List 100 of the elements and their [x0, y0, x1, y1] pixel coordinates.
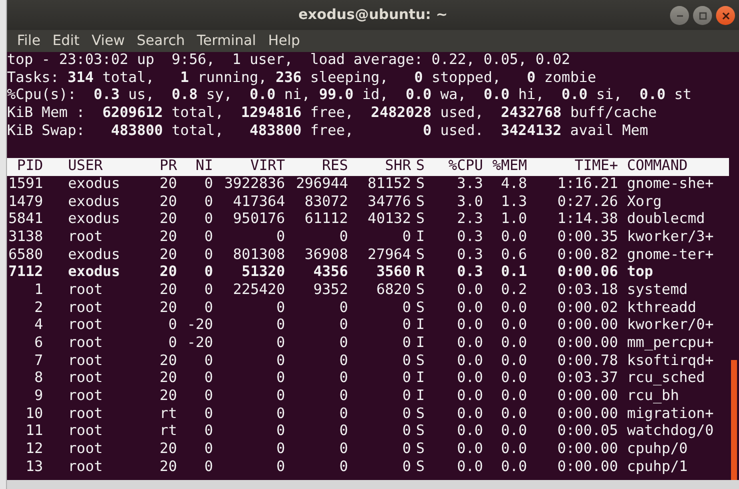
table-cell-text: S [415, 176, 426, 194]
table-cell-text: 0 [275, 458, 285, 477]
table-cell-text: 2 [33, 300, 43, 318]
table-cell-text: 0.0 [500, 352, 527, 370]
table-cell-text: 1:14.38 [556, 211, 618, 229]
table-cell-text: systemd [626, 282, 689, 300]
summary-line: top - 23:03:02 up 9:56, 1 user, load average: 0.22, 0.05, 0.02 [7, 52, 570, 70]
table-cell-text: kworker/3+ [626, 228, 715, 247]
table-cell-text: S [415, 194, 426, 212]
table-cell-text: 0.0 [500, 388, 527, 406]
table-cell-text: 0 [203, 300, 213, 318]
summary-line: KiB Swap: 483800 total, 483800 free, 0 used. 3424132 avail Mem [7, 122, 648, 140]
table-cell-text: 0.0 [456, 335, 483, 353]
table-cell-text: 83072 [304, 194, 348, 212]
table-cell: 7112 [7, 264, 43, 282]
table-cell-text: 0 [401, 335, 411, 353]
close-button[interactable] [716, 6, 735, 25]
table-cell-text: 0.1 [500, 264, 527, 282]
table-cell-text: 20 [158, 388, 177, 406]
table-cell-text: 20 [158, 300, 177, 318]
table-cell-text: 20 [158, 264, 177, 282]
menu-item[interactable]: Search [130, 33, 191, 49]
maximize-button[interactable] [693, 6, 712, 25]
table-cell-text: 0 [203, 176, 213, 194]
table-cell-text: 0.0 [500, 406, 527, 424]
table-cell-text: 51320 [240, 264, 285, 282]
table-cell-text: 417364 [232, 194, 285, 212]
table-cell-text: migration+ [626, 406, 715, 424]
table-cell-text: 20 [158, 211, 177, 229]
column-header: S [415, 158, 426, 176]
table-cell-text: 0 [401, 370, 411, 388]
table-cell-text: 0.0 [456, 441, 483, 459]
table-cell-text: 0 [275, 370, 285, 388]
menu-item[interactable]: File [11, 33, 46, 49]
table-cell-text: 20 [158, 352, 177, 370]
table-cell-text: rcu_bh [626, 388, 680, 406]
table-cell-text: 0:00.06 [556, 264, 618, 282]
table-cell-text: 4.8 [500, 176, 527, 194]
table-cell-text: 0:00.00 [556, 458, 618, 477]
table-cell-text: cpuhp/1 [626, 458, 689, 477]
table-cell-text: root [67, 282, 104, 300]
table-cell-text: 20 [158, 370, 177, 388]
table-cell-text: 0 [401, 458, 411, 477]
table-cell: 1479 [7, 194, 43, 212]
table-cell-text: 0 [401, 388, 411, 406]
table-cell-text: 0 [203, 406, 213, 424]
table-cell-text: 1 [33, 282, 43, 300]
menu-item[interactable]: View [86, 33, 131, 49]
maximize-icon [698, 12, 706, 20]
table-cell-text: R [415, 264, 426, 282]
table-cell-text: root [67, 370, 104, 388]
table-cell-text: 296944 [295, 176, 348, 194]
table-cell-text: 40132 [366, 211, 411, 229]
table-cell-text: root [67, 317, 104, 336]
table-cell-text: 0.0 [500, 335, 527, 353]
table-cell-text: S [415, 246, 426, 264]
table-cell-text: rt [158, 423, 177, 442]
table-cell-text: Xorg [626, 194, 663, 212]
table-cell-text: 0 [203, 211, 213, 229]
table-cell-text: 0 [338, 300, 348, 318]
table-cell-text: 0.0 [456, 317, 483, 336]
table-cell-text: 0.0 [456, 282, 483, 300]
table-cell-text: exodus [67, 176, 121, 194]
table-cell-text: 0:00.00 [556, 441, 618, 459]
minimize-button[interactable] [670, 6, 689, 25]
table-cell-text: 801308 [232, 246, 285, 264]
table-cell-text: -20 [186, 335, 213, 353]
table-cell-text: 20 [158, 246, 177, 264]
table-cell-text: exodus [67, 211, 121, 229]
table-cell-text: 3.3 [456, 176, 483, 194]
table-cell-text: root [67, 388, 104, 406]
table-cell-text: 13 [24, 458, 43, 477]
table-cell-text: 0 [203, 388, 213, 406]
table-cell-text: 27964 [366, 246, 411, 264]
table-cell-text: 0 [203, 246, 213, 264]
window-title: exodus@ubuntu: ~ [298, 7, 448, 23]
table-cell-text: 6820 [375, 282, 411, 300]
table-cell-text: 0 [203, 228, 213, 247]
menu-item[interactable]: Edit [46, 33, 86, 49]
scrollbar-thumb[interactable] [731, 360, 737, 480]
table-cell-text: gnome-ter+ [626, 246, 715, 264]
table-cell-text: 0:00.35 [556, 228, 618, 247]
table-cell-text: doublecmd [626, 211, 706, 229]
table-cell-text: I [415, 317, 426, 336]
table-cell-text: 0 [338, 228, 348, 247]
table-cell-text: I [415, 228, 426, 247]
table-cell-text: 0 [401, 423, 411, 442]
table-cell-text: 3.0 [456, 194, 483, 212]
menu-item[interactable]: Help [262, 33, 306, 49]
table-cell-text: 0 [401, 406, 411, 424]
table-cell-text: 0.0 [500, 300, 527, 318]
table-cell-text: 1:16.21 [556, 176, 618, 194]
table-cell-text: 0.0 [456, 406, 483, 424]
table-cell-text: 0 [401, 228, 411, 247]
column-header: NI [194, 158, 213, 176]
menu-item[interactable]: Terminal [190, 33, 262, 49]
table-cell-text: top [626, 264, 654, 282]
table-cell-text: S [415, 282, 426, 300]
table-cell-text: I [415, 370, 426, 388]
table-cell-text: 20 [158, 282, 177, 300]
